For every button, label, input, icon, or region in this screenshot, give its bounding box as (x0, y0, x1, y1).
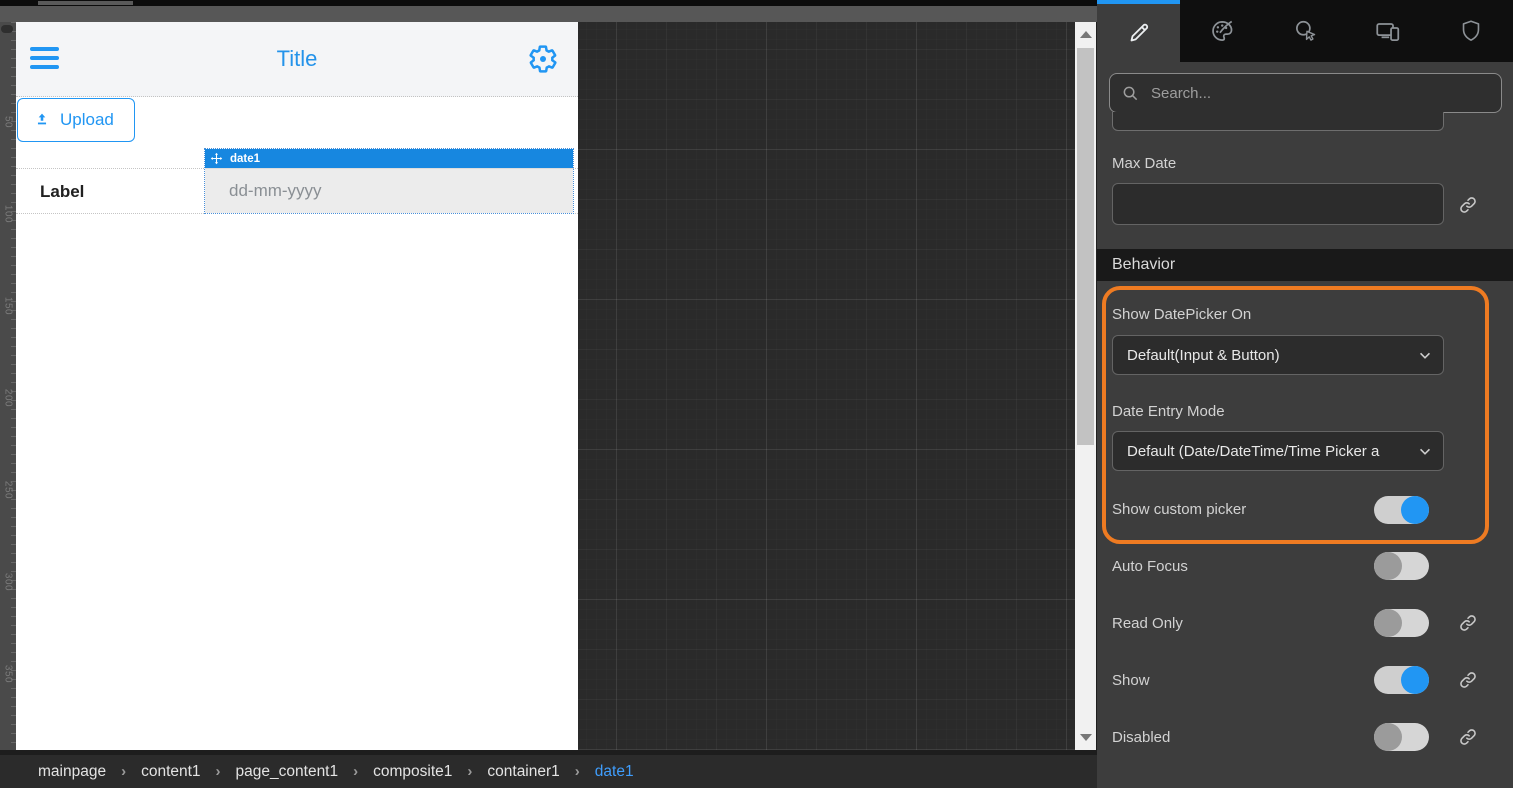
tab-styles[interactable] (1180, 0, 1263, 62)
vertical-ruler: 50 100 150 200 250 300 350 400 (0, 22, 16, 750)
breadcrumb-item-page-content1[interactable]: page_content1 (236, 763, 339, 781)
max-date-label: Max Date (1112, 155, 1176, 172)
show-custom-picker-toggle[interactable] (1374, 496, 1429, 524)
behavior-section-title: Behavior (1112, 256, 1175, 273)
scroll-down-arrow-icon[interactable] (1080, 734, 1092, 741)
app-preview: Title Upload Label (16, 22, 578, 750)
properties-panel: Max Date Behavior Show DatePicker On Def… (1097, 0, 1513, 788)
breadcrumb-item-mainpage[interactable]: mainpage (38, 763, 106, 781)
max-date-input[interactable] (1112, 183, 1444, 225)
auto-focus-label: Auto Focus (1112, 558, 1188, 575)
chevron-right-icon: › (216, 763, 221, 780)
chevron-down-icon (1417, 444, 1433, 460)
app-header-widget[interactable]: Title (16, 22, 578, 97)
auto-focus-toggle[interactable] (1374, 552, 1429, 580)
gear-icon[interactable] (528, 44, 558, 74)
ruler-label: 200 (3, 389, 14, 407)
chevron-right-icon: › (121, 763, 126, 780)
chevron-right-icon: › (575, 763, 580, 780)
palette-icon (1209, 18, 1235, 44)
show-datepicker-on-value: Default(Input & Button) (1113, 347, 1409, 364)
search-input[interactable] (1149, 84, 1453, 103)
read-only-label: Read Only (1112, 615, 1183, 632)
widget-titlebar[interactable]: date1 (205, 149, 573, 168)
app-title: Title (16, 22, 578, 96)
upload-button[interactable]: Upload (17, 98, 135, 142)
date-entry-mode-select[interactable]: Default (Date/DateTime/Time Picker a (1112, 431, 1444, 471)
ruler-label: 250 (3, 481, 14, 499)
breadcrumb: mainpage › content1 › page_content1 › co… (0, 755, 1097, 788)
bind-link-icon[interactable] (1458, 613, 1478, 633)
date-input-field[interactable]: dd-mm-yyyy (205, 168, 573, 213)
chevron-down-icon (1417, 348, 1433, 364)
app-builder-window: 50 100 150 200 250 300 350 400 Title (0, 0, 1513, 788)
bind-link-icon[interactable] (1458, 670, 1478, 690)
scroll-up-arrow-icon[interactable] (1080, 31, 1092, 38)
move-icon (210, 152, 223, 165)
canvas-scrollbar[interactable] (1075, 22, 1096, 750)
disabled-label: Disabled (1112, 729, 1170, 746)
pencil-icon (1127, 21, 1151, 45)
ruler-label: 50 (3, 116, 14, 128)
upload-button-label: Upload (60, 110, 114, 130)
tab-devices[interactable] (1347, 0, 1430, 62)
bind-link-icon[interactable] (1458, 195, 1478, 215)
scrollbar-thumb[interactable] (1077, 48, 1094, 445)
ruler-label: 100 (3, 205, 14, 223)
ruler-corner-icon (1, 25, 13, 33)
show-toggle[interactable] (1374, 666, 1429, 694)
tab-security[interactable] (1430, 0, 1513, 62)
upload-icon (33, 111, 51, 129)
ruler-label: 150 (3, 297, 14, 315)
show-custom-picker-label: Show custom picker (1112, 501, 1246, 518)
chevron-right-icon: › (353, 763, 358, 780)
tab-events[interactable] (1263, 0, 1346, 62)
selected-date-widget[interactable]: date1 dd-mm-yyyy (205, 149, 573, 213)
canvas-toolbar-strip (0, 6, 1097, 22)
behavior-section-header: Behavior (1097, 249, 1513, 281)
date-entry-mode-value: Default (Date/DateTime/Time Picker a (1113, 443, 1409, 460)
ruler-label: 300 (3, 573, 14, 591)
security-shield-icon (1458, 18, 1484, 44)
top-chrome-segment (38, 1, 133, 5)
show-datepicker-on-label: Show DatePicker On (1112, 306, 1251, 323)
breadcrumb-item-date1[interactable]: date1 (595, 763, 634, 781)
widget-name-label: date1 (230, 153, 260, 165)
breadcrumb-item-composite1[interactable]: composite1 (373, 763, 452, 781)
panel-tabbar (1097, 0, 1513, 62)
property-search[interactable] (1109, 73, 1502, 113)
chevron-right-icon: › (467, 763, 472, 780)
breadcrumb-item-content1[interactable]: content1 (141, 763, 200, 781)
tab-properties[interactable] (1097, 0, 1180, 62)
breadcrumb-item-container1[interactable]: container1 (487, 763, 559, 781)
show-label: Show (1112, 672, 1150, 689)
scrolled-field-partial (1112, 112, 1444, 131)
events-cursor-icon (1292, 18, 1318, 44)
bind-link-icon[interactable] (1458, 727, 1478, 747)
form-field-label: Label (40, 169, 84, 215)
devices-icon (1374, 17, 1402, 45)
disabled-toggle[interactable] (1374, 723, 1429, 751)
ruler-label: 350 (3, 665, 14, 683)
date-entry-mode-label: Date Entry Mode (1112, 403, 1225, 420)
read-only-toggle[interactable] (1374, 609, 1429, 637)
search-icon (1122, 85, 1139, 102)
show-datepicker-on-select[interactable]: Default(Input & Button) (1112, 335, 1444, 375)
